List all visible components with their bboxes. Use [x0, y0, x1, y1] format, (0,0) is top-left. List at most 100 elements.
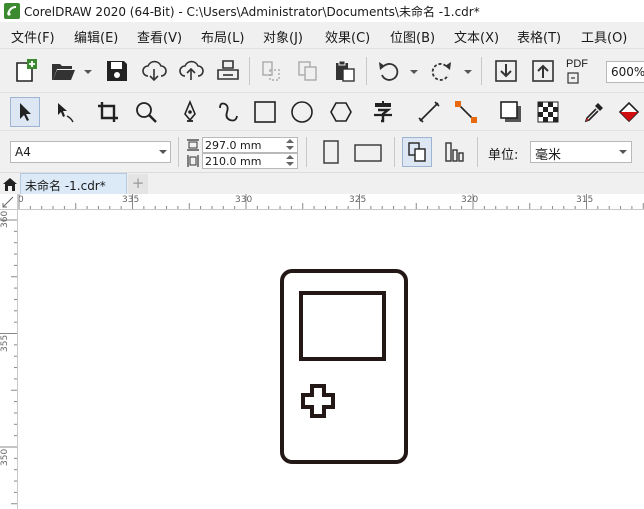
- new-document-button[interactable]: [10, 56, 40, 86]
- dpad-cross-shape[interactable]: [301, 384, 335, 418]
- pick-tool-button[interactable]: [10, 97, 40, 127]
- save-button[interactable]: [102, 56, 132, 86]
- toolbar-divider: [481, 57, 482, 85]
- document-tab-bar: 未命名 -1.cdr* +: [0, 172, 644, 195]
- document-tab[interactable]: 未命名 -1.cdr*: [20, 173, 127, 195]
- undo-icon: [379, 62, 399, 81]
- console-screen-rect[interactable]: [299, 291, 386, 361]
- redo-button[interactable]: [426, 56, 456, 86]
- current-page-button[interactable]: [440, 137, 470, 167]
- toolbar-divider: [366, 57, 367, 85]
- eyedropper-button[interactable]: [579, 97, 609, 127]
- shape-tool-button[interactable]: [50, 97, 80, 127]
- save-icon: [107, 61, 127, 81]
- height-icon: [187, 155, 199, 167]
- title-bar: CorelDRAW 2020 (64-Bit) - C:\Users\Admin…: [0, 0, 644, 22]
- width-spinner[interactable]: [285, 139, 295, 151]
- print-button[interactable]: [213, 56, 243, 86]
- cut-icon: [262, 61, 280, 81]
- welcome-home-tab[interactable]: [0, 173, 20, 194]
- menu-layout[interactable]: 布局(L): [201, 27, 244, 46]
- menu-table[interactable]: 表格(T): [517, 27, 561, 46]
- connector-tool-button[interactable]: [451, 97, 481, 127]
- chevron-down-icon[interactable]: [464, 70, 472, 74]
- export-icon: [532, 60, 554, 82]
- ruler-label: 315: [576, 195, 594, 205]
- ruler-label: 325: [349, 195, 367, 205]
- print-icon: [217, 60, 239, 80]
- cloud-download-button[interactable]: [139, 56, 169, 86]
- parallel-dimension-button[interactable]: [414, 97, 444, 127]
- publish-pdf-button[interactable]: PDF: [564, 56, 596, 86]
- cut-button[interactable]: [256, 56, 286, 86]
- units-label: 单位:: [488, 148, 519, 163]
- menu-object[interactable]: 对象(J): [263, 27, 303, 46]
- page-size-dropdown[interactable]: A4: [10, 141, 171, 163]
- crop-tool-button[interactable]: [93, 97, 123, 127]
- menu-edit[interactable]: 编辑(E): [74, 27, 118, 46]
- paste-button[interactable]: [330, 56, 360, 86]
- pen-tool-button[interactable]: [175, 97, 205, 127]
- toolbar-divider: [306, 137, 307, 167]
- zoom-level-field[interactable]: 600%: [606, 61, 644, 83]
- ruler-label: 360: [0, 210, 10, 228]
- chevron-down-icon[interactable]: [84, 70, 92, 74]
- menu-tools[interactable]: 工具(O): [581, 27, 627, 46]
- connector-icon: [455, 101, 477, 123]
- eyedropper-icon: [584, 103, 603, 123]
- chevron-down-icon: [159, 150, 167, 154]
- cloud-upload-icon: [179, 60, 204, 80]
- all-pages-button[interactable]: [402, 137, 432, 167]
- shape-tool-icon: [58, 103, 74, 123]
- vertical-ruler[interactable]: 360 355 350: [0, 210, 18, 509]
- ruler-origin[interactable]: [0, 194, 18, 210]
- chevron-down-icon[interactable]: [410, 70, 418, 74]
- page-height-value: 210.0 mm: [205, 155, 262, 168]
- brush-curve-icon: [219, 102, 238, 122]
- menu-effects[interactable]: 效果(C): [325, 27, 370, 46]
- new-tab-button[interactable]: +: [128, 174, 148, 194]
- paste-icon: [336, 60, 355, 82]
- rectangle-tool-button[interactable]: [250, 97, 280, 127]
- open-button[interactable]: [48, 56, 78, 86]
- rectangle-icon: [254, 101, 276, 123]
- toolbar-divider: [249, 57, 250, 85]
- artistic-media-button[interactable]: [213, 97, 243, 127]
- landscape-button[interactable]: [351, 137, 385, 167]
- ellipse-tool-button[interactable]: [287, 97, 317, 127]
- cloud-download-icon: [142, 60, 167, 82]
- import-icon: [495, 60, 517, 82]
- undo-button[interactable]: [374, 56, 404, 86]
- zoom-tool-button[interactable]: [131, 97, 161, 127]
- units-dropdown[interactable]: 毫米: [530, 141, 632, 163]
- horizontal-ruler[interactable]: 0 335 330 325 320 315: [18, 194, 644, 210]
- standard-toolbar: PDF 600%: [0, 48, 644, 92]
- export-button[interactable]: [528, 56, 558, 86]
- interactive-fill-button[interactable]: [614, 97, 644, 127]
- portrait-button[interactable]: [316, 137, 346, 167]
- cloud-upload-button[interactable]: [176, 56, 206, 86]
- text-tool-button[interactable]: [368, 97, 398, 127]
- transparency-tool-button[interactable]: [533, 97, 563, 127]
- page-width-field[interactable]: 297.0 mm: [202, 137, 298, 153]
- units-value: 毫米: [535, 148, 562, 163]
- menu-view[interactable]: 查看(V): [137, 27, 182, 46]
- drop-shadow-button[interactable]: [496, 97, 526, 127]
- zoom-value: 600%: [611, 65, 644, 79]
- page-height-field[interactable]: 210.0 mm: [202, 153, 298, 169]
- polygon-tool-button[interactable]: [326, 97, 356, 127]
- new-document-icon: [16, 59, 37, 82]
- height-spinner[interactable]: [285, 155, 295, 167]
- drawing-canvas[interactable]: [19, 211, 644, 509]
- magnifier-icon: [136, 102, 157, 123]
- ruler-label: 330: [235, 195, 253, 205]
- menu-file[interactable]: 文件(F): [11, 27, 55, 46]
- pdf-label: PDF: [566, 58, 588, 70]
- toolbox-bar: [0, 92, 644, 130]
- import-button[interactable]: [491, 56, 521, 86]
- open-folder-icon: [52, 64, 75, 80]
- handheld-game-console-drawing[interactable]: [19, 211, 644, 509]
- menu-bitmaps[interactable]: 位图(B): [390, 27, 435, 46]
- copy-button[interactable]: [293, 56, 323, 86]
- menu-text[interactable]: 文本(X): [454, 27, 499, 46]
